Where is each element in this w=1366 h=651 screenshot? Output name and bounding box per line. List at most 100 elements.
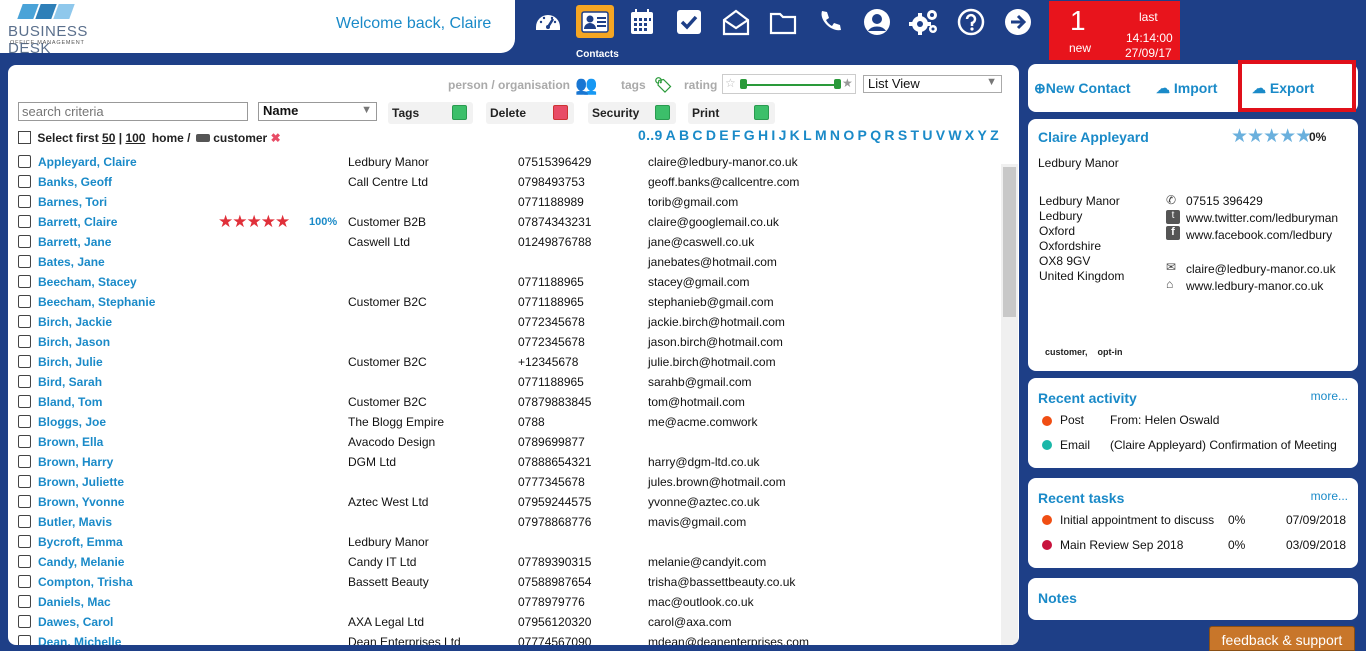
- business-desk-logo[interactable]: BUSINESS DESK OFFICE MANAGEMENT: [8, 4, 128, 57]
- table-row[interactable]: Birch, Jason 0772345678 jason.birch@hotmai…: [18, 332, 1001, 352]
- rating-slider[interactable]: ☆ ★: [722, 74, 856, 94]
- contact-name-link[interactable]: Dawes, Carol: [38, 615, 113, 629]
- contact-name-link[interactable]: Banks, Geoff: [38, 175, 112, 189]
- row-checkbox[interactable]: [18, 295, 31, 308]
- table-row[interactable]: Brown, Yvonne Aztec West Ltd 07959244575 yv…: [18, 492, 1001, 512]
- view-select[interactable]: List View ▼: [863, 75, 1002, 93]
- table-row[interactable]: Beecham, Stacey 0771188965 stacey@gmail.co…: [18, 272, 1001, 292]
- alphabet-letter[interactable]: L: [803, 127, 812, 143]
- row-checkbox[interactable]: [18, 375, 31, 388]
- table-row[interactable]: Candy, Melanie Candy IT Ltd 07789390315 mel…: [18, 552, 1001, 572]
- contact-twitter[interactable]: www.twitter.com/ledburyman: [1186, 211, 1338, 225]
- table-row[interactable]: Barnes, Tori 0771188989 torib@gmail.com: [18, 192, 1001, 212]
- alphabet-letter[interactable]: N: [830, 127, 840, 143]
- remove-tag-icon[interactable]: ✖: [271, 131, 281, 145]
- alphabet-letter[interactable]: 0..9: [638, 127, 663, 143]
- task-name[interactable]: Main Review Sep 2018: [1060, 538, 1183, 552]
- table-row[interactable]: Barrett, Claire Customer B2B 07874343231 cl…: [18, 212, 1001, 232]
- table-row[interactable]: Dean, Michelle Dean Enterprises Ltd 077745…: [18, 632, 1001, 645]
- contact-name[interactable]: Claire Appleyard: [1038, 129, 1149, 145]
- help-icon[interactable]: [952, 4, 990, 40]
- search-input[interactable]: [18, 102, 248, 121]
- logout-icon[interactable]: [999, 4, 1037, 40]
- alphabet-letter[interactable]: S: [898, 127, 908, 143]
- activity-detail[interactable]: From: Helen Oswald: [1110, 413, 1219, 427]
- phone-icon[interactable]: [811, 4, 849, 40]
- alphabet-letter[interactable]: G: [744, 127, 755, 143]
- print-toggle[interactable]: Print: [688, 102, 775, 124]
- alphabet-letter[interactable]: F: [732, 127, 741, 143]
- task-name[interactable]: Initial appointment to discuss: [1060, 513, 1214, 527]
- row-checkbox[interactable]: [18, 335, 31, 348]
- select-100-link[interactable]: 100: [125, 131, 145, 145]
- contact-name-link[interactable]: Barrett, Jane: [38, 235, 111, 249]
- alphabet-letter[interactable]: P: [858, 127, 868, 143]
- contact-website[interactable]: www.ledbury-manor.co.uk: [1186, 279, 1323, 293]
- import-button[interactable]: ☁ Import: [1156, 80, 1217, 97]
- security-toggle[interactable]: Security: [588, 102, 676, 124]
- row-checkbox[interactable]: [18, 395, 31, 408]
- alphabet-letter[interactable]: R: [884, 127, 894, 143]
- new-notifications-badge[interactable]: 1 new last 14:14:00 27/09/17: [1049, 1, 1180, 60]
- contact-name-link[interactable]: Butler, Mavis: [38, 515, 112, 529]
- alphabet-letter[interactable]: H: [758, 127, 768, 143]
- row-checkbox[interactable]: [18, 595, 31, 608]
- table-row[interactable]: Barrett, Jane Caswell Ltd 01249876788 jane@…: [18, 232, 1001, 252]
- dashboard-icon[interactable]: [529, 4, 567, 40]
- row-checkbox[interactable]: [18, 195, 31, 208]
- alphabet-letter[interactable]: Q: [870, 127, 881, 143]
- rating-min-handle[interactable]: [740, 79, 747, 89]
- alphabet-letter[interactable]: J: [779, 127, 787, 143]
- alphabet-letter[interactable]: E: [719, 127, 729, 143]
- contact-email[interactable]: claire@ledbury-manor.co.uk: [1186, 262, 1336, 276]
- activity-detail[interactable]: (Claire Appleyard) Confirmation of Meeti…: [1110, 438, 1337, 452]
- table-row[interactable]: Beecham, Stephanie Customer B2C 0771188965…: [18, 292, 1001, 312]
- alphabet-letter[interactable]: W: [948, 127, 962, 143]
- contact-rating-stars[interactable]: ★★★★★: [1231, 125, 1312, 148]
- delete-toggle[interactable]: Delete: [486, 102, 574, 124]
- row-checkbox[interactable]: [18, 315, 31, 328]
- row-checkbox[interactable]: [18, 495, 31, 508]
- contact-name-link[interactable]: Birch, Jackie: [38, 315, 112, 329]
- contact-name-link[interactable]: Bates, Jane: [38, 255, 105, 269]
- alphabet-letter[interactable]: M: [815, 127, 827, 143]
- alphabet-letter[interactable]: Z: [990, 127, 999, 143]
- table-row[interactable]: Bycroft, Emma Ledbury Manor: [18, 532, 1001, 552]
- contact-name-link[interactable]: Beecham, Stephanie: [38, 295, 155, 309]
- user-icon[interactable]: [858, 4, 896, 40]
- contact-facebook[interactable]: www.facebook.com/ledbury: [1186, 228, 1332, 242]
- alphabet-letter[interactable]: T: [910, 127, 919, 143]
- rating-max-handle[interactable]: [834, 79, 841, 89]
- contact-name-link[interactable]: Brown, Juliette: [38, 475, 124, 489]
- row-checkbox[interactable]: [18, 555, 31, 568]
- mail-icon[interactable]: [717, 4, 755, 40]
- feedback-support-button[interactable]: feedback & support: [1209, 626, 1355, 651]
- select-50-link[interactable]: 50: [102, 131, 115, 145]
- contact-name-link[interactable]: Brown, Ella: [38, 435, 103, 449]
- contact-name-link[interactable]: Birch, Julie: [38, 355, 103, 369]
- contact-name-link[interactable]: Brown, Yvonne: [38, 495, 124, 509]
- person-organisation-filter[interactable]: person / organisation: [448, 78, 570, 92]
- table-row[interactable]: Brown, Ella Avacodo Design 0789699877: [18, 432, 1001, 452]
- table-row[interactable]: Bloggs, Joe The Blogg Empire 0788 me@acme.c…: [18, 412, 1001, 432]
- settings-icon[interactable]: [905, 4, 943, 40]
- table-row[interactable]: Bates, Jane janebates@hotmail.com: [18, 252, 1001, 272]
- row-checkbox[interactable]: [18, 275, 31, 288]
- row-checkbox[interactable]: [18, 235, 31, 248]
- contact-name-link[interactable]: Bird, Sarah: [38, 375, 102, 389]
- alphabet-letter[interactable]: V: [936, 127, 946, 143]
- row-checkbox[interactable]: [18, 575, 31, 588]
- tasks-icon[interactable]: [670, 4, 708, 40]
- scrollbar[interactable]: [1001, 164, 1018, 645]
- alphabet-letter[interactable]: B: [679, 127, 689, 143]
- contact-name-link[interactable]: Appleyard, Claire: [38, 155, 137, 169]
- contacts-icon[interactable]: [576, 5, 614, 38]
- alphabet-letter[interactable]: Y: [978, 127, 988, 143]
- row-checkbox[interactable]: [18, 255, 31, 268]
- row-checkbox[interactable]: [18, 475, 31, 488]
- alphabet-letter[interactable]: I: [771, 127, 775, 143]
- table-row[interactable]: Bird, Sarah 0771188965 sarahb@gmail.com: [18, 372, 1001, 392]
- new-contact-button[interactable]: ⊕New Contact: [1034, 80, 1131, 97]
- contact-name-link[interactable]: Birch, Jason: [38, 335, 110, 349]
- notes-title[interactable]: Notes: [1038, 590, 1077, 606]
